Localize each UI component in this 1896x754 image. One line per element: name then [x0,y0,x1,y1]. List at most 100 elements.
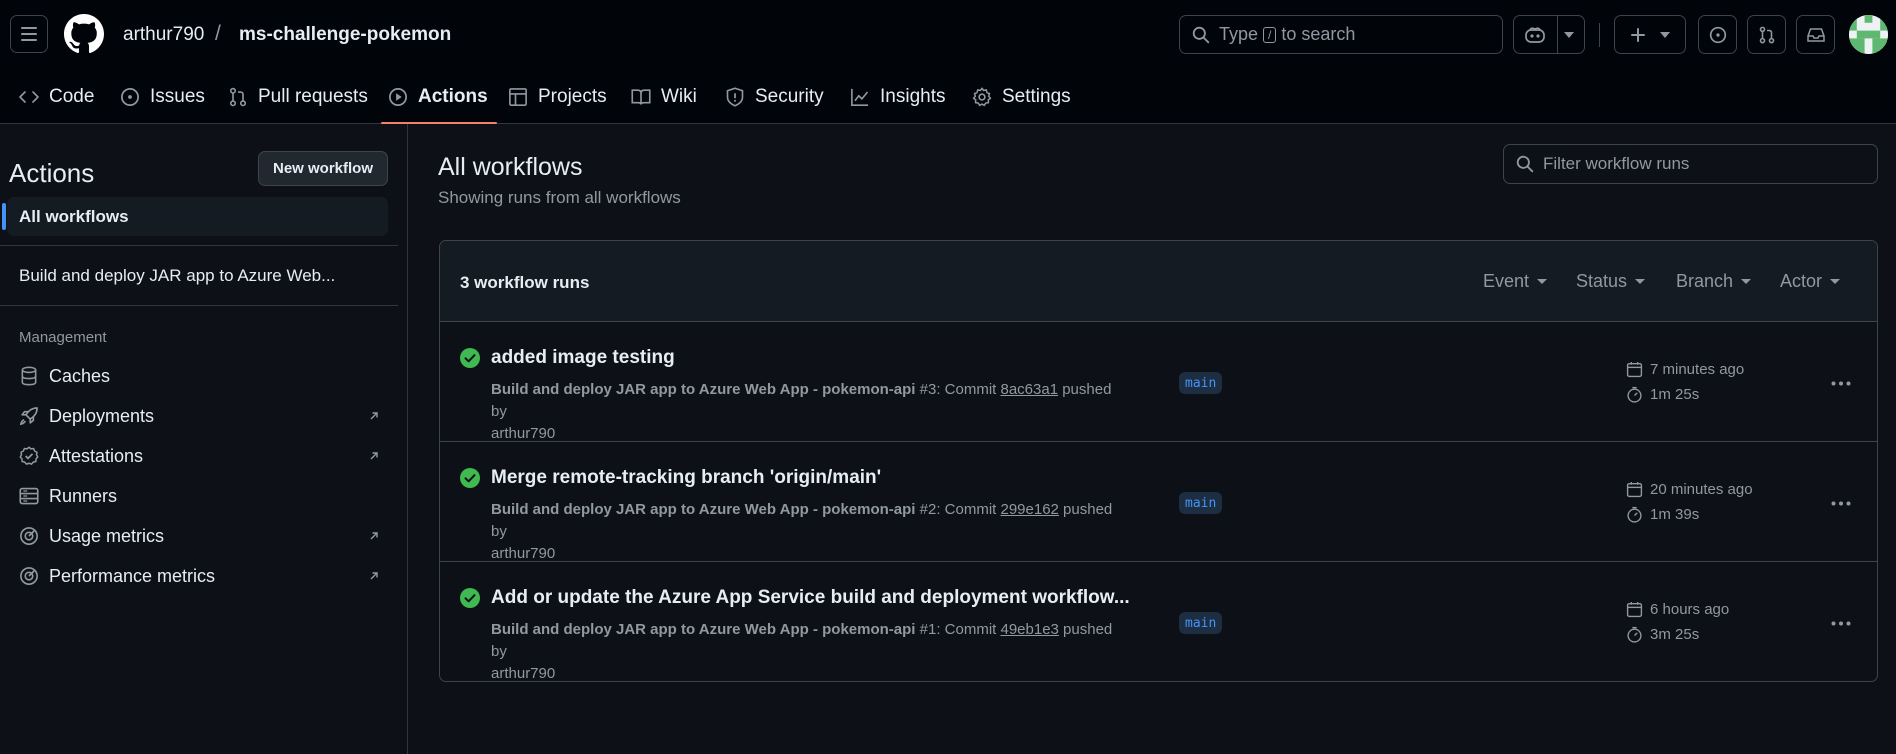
sidebar-item-all-workflows[interactable]: All workflows [2,197,388,236]
search-shortcut-key: / [1263,26,1277,43]
app-header: arthur790 / ms-challenge-pokemon Type / … [0,0,1896,124]
dropdown-label: Event [1483,271,1530,291]
search-prefix: Type [1219,24,1259,44]
breadcrumb-repo[interactable]: ms-challenge-pokemon [239,24,451,46]
play-icon [389,88,407,106]
sidebar-item-caches[interactable]: Caches [19,361,379,391]
divider [0,305,398,306]
tab-security[interactable]: Security [725,70,824,124]
inbox-button[interactable] [1796,15,1835,54]
dropdown-label: Branch [1676,271,1734,291]
run-duration: 1m 25s [1626,386,1699,403]
run-options-button[interactable] [1828,494,1854,512]
issues-button[interactable] [1698,15,1737,54]
create-new-button[interactable] [1614,15,1686,54]
pull-requests-button[interactable] [1747,15,1786,54]
chevron-down-icon [1830,279,1841,284]
run-time-ago: 7 minutes ago [1650,361,1745,378]
tab-label: Insights [880,86,946,107]
table-row[interactable]: added image testing Build and deploy JAR… [440,322,1877,442]
new-workflow-button[interactable]: New workflow [258,151,388,186]
breadcrumb-owner[interactable]: arthur790 [123,24,204,46]
page-title: All workflows [438,153,583,181]
branch-label[interactable]: main [1179,372,1223,394]
chevron-down-icon[interactable] [1564,31,1574,38]
run-duration-value: 3m 25s [1650,626,1700,643]
table-row[interactable]: Merge remote-tracking branch 'origin/mai… [440,442,1877,562]
commit-prefix: : Commit [936,501,1001,518]
avatar[interactable] [1849,15,1888,54]
issue-icon [1709,26,1726,43]
inbox-icon [1806,27,1825,42]
run-timestamp: 7 minutes ago [1626,361,1744,378]
actor-filter-dropdown[interactable]: Actor [1780,271,1841,292]
run-title[interactable]: Merge remote-tracking branch 'origin/mai… [491,467,881,489]
external-link-icon [370,412,378,420]
filter-placeholder: Filter workflow runs [1543,154,1690,173]
run-workflow: Build and deploy JAR app to Azure Web Ap… [491,621,916,638]
tab-projects[interactable]: Projects [508,70,607,124]
tab-actions[interactable]: Actions [381,70,497,124]
search-icon [1192,26,1210,43]
branch-filter-dropdown[interactable]: Branch [1676,271,1752,292]
tab-settings[interactable]: Settings [972,70,1071,124]
global-search[interactable]: Type / to search [1179,15,1503,54]
branch-label[interactable]: main [1179,612,1223,634]
sidebar-item-label: Runners [49,485,118,506]
status-filter-dropdown[interactable]: Status [1576,271,1646,292]
graph-icon [851,88,869,106]
copilot-button[interactable] [1513,15,1585,54]
run-duration-value: 1m 39s [1650,506,1700,523]
page-subtitle: Showing runs from all workflows [438,188,681,207]
tab-label: Code [49,86,95,107]
run-meta: Build and deploy JAR app to Azure Web Ap… [491,619,1131,681]
sidebar-item-usage-metrics[interactable]: Usage metrics [19,521,379,551]
shield-icon [726,87,744,107]
tab-wiki[interactable]: Wiki [631,70,697,124]
tab-issues[interactable]: Issues [120,70,205,124]
filter-workflow-runs-input[interactable]: Filter workflow runs [1503,144,1878,184]
code-icon [19,91,39,103]
run-meta: Build and deploy JAR app to Azure Web Ap… [491,379,1131,445]
search-icon [1516,155,1534,173]
table-row[interactable]: Add or update the Azure App Service buil… [440,562,1877,681]
external-link-icon [370,572,378,580]
sidebar-item-performance-metrics[interactable]: Performance metrics [19,561,379,591]
sidebar-item-attestations[interactable]: Attestations [19,441,379,471]
event-filter-dropdown[interactable]: Event [1483,271,1548,292]
run-time-ago: 20 minutes ago [1650,481,1753,498]
repo-navigation: Code Issues Pull requests Actions Projec… [0,70,1896,124]
tab-label: Settings [1002,86,1071,107]
database-icon [21,366,37,386]
tab-insights[interactable]: Insights [850,70,945,124]
tab-code[interactable]: Code [19,70,94,124]
github-logo-icon[interactable] [64,14,104,54]
divider [0,245,398,246]
run-actor[interactable]: arthur790 [491,665,555,681]
commit-sha-link[interactable]: 8ac63a1 [1000,381,1058,398]
run-options-button[interactable] [1828,374,1854,392]
workflow-runs-list: 3 workflow runs Event Status Branch Acto… [439,240,1878,682]
issue-icon [121,88,139,106]
run-title[interactable]: added image testing [491,347,675,369]
chevron-down-icon [1660,31,1670,38]
menu-button[interactable] [10,15,48,53]
tab-label: Security [755,86,824,107]
run-number: #3 [919,381,937,398]
run-number: #1 [919,621,937,638]
sidebar-item-workflow[interactable]: Build and deploy JAR app to Azure Web... [19,266,335,286]
run-workflow: Build and deploy JAR app to Azure Web Ap… [491,381,916,398]
run-actor[interactable]: arthur790 [491,545,555,562]
sidebar-item-runners[interactable]: Runners [19,481,379,511]
tab-pull-requests[interactable]: Pull requests [228,70,368,124]
run-options-button[interactable] [1828,614,1854,632]
run-actor[interactable]: arthur790 [491,425,555,442]
sidebar-item-deployments[interactable]: Deployments [19,401,379,431]
sidebar-item-label: Performance metrics [49,565,216,586]
commit-sha-link[interactable]: 49eb1e3 [1000,621,1058,638]
branch-label[interactable]: main [1179,492,1223,514]
tab-label: Wiki [661,86,697,107]
run-title[interactable]: Add or update the Azure App Service buil… [491,587,1130,609]
dropdown-label: Actor [1780,271,1823,291]
commit-sha-link[interactable]: 299e162 [1000,501,1058,518]
